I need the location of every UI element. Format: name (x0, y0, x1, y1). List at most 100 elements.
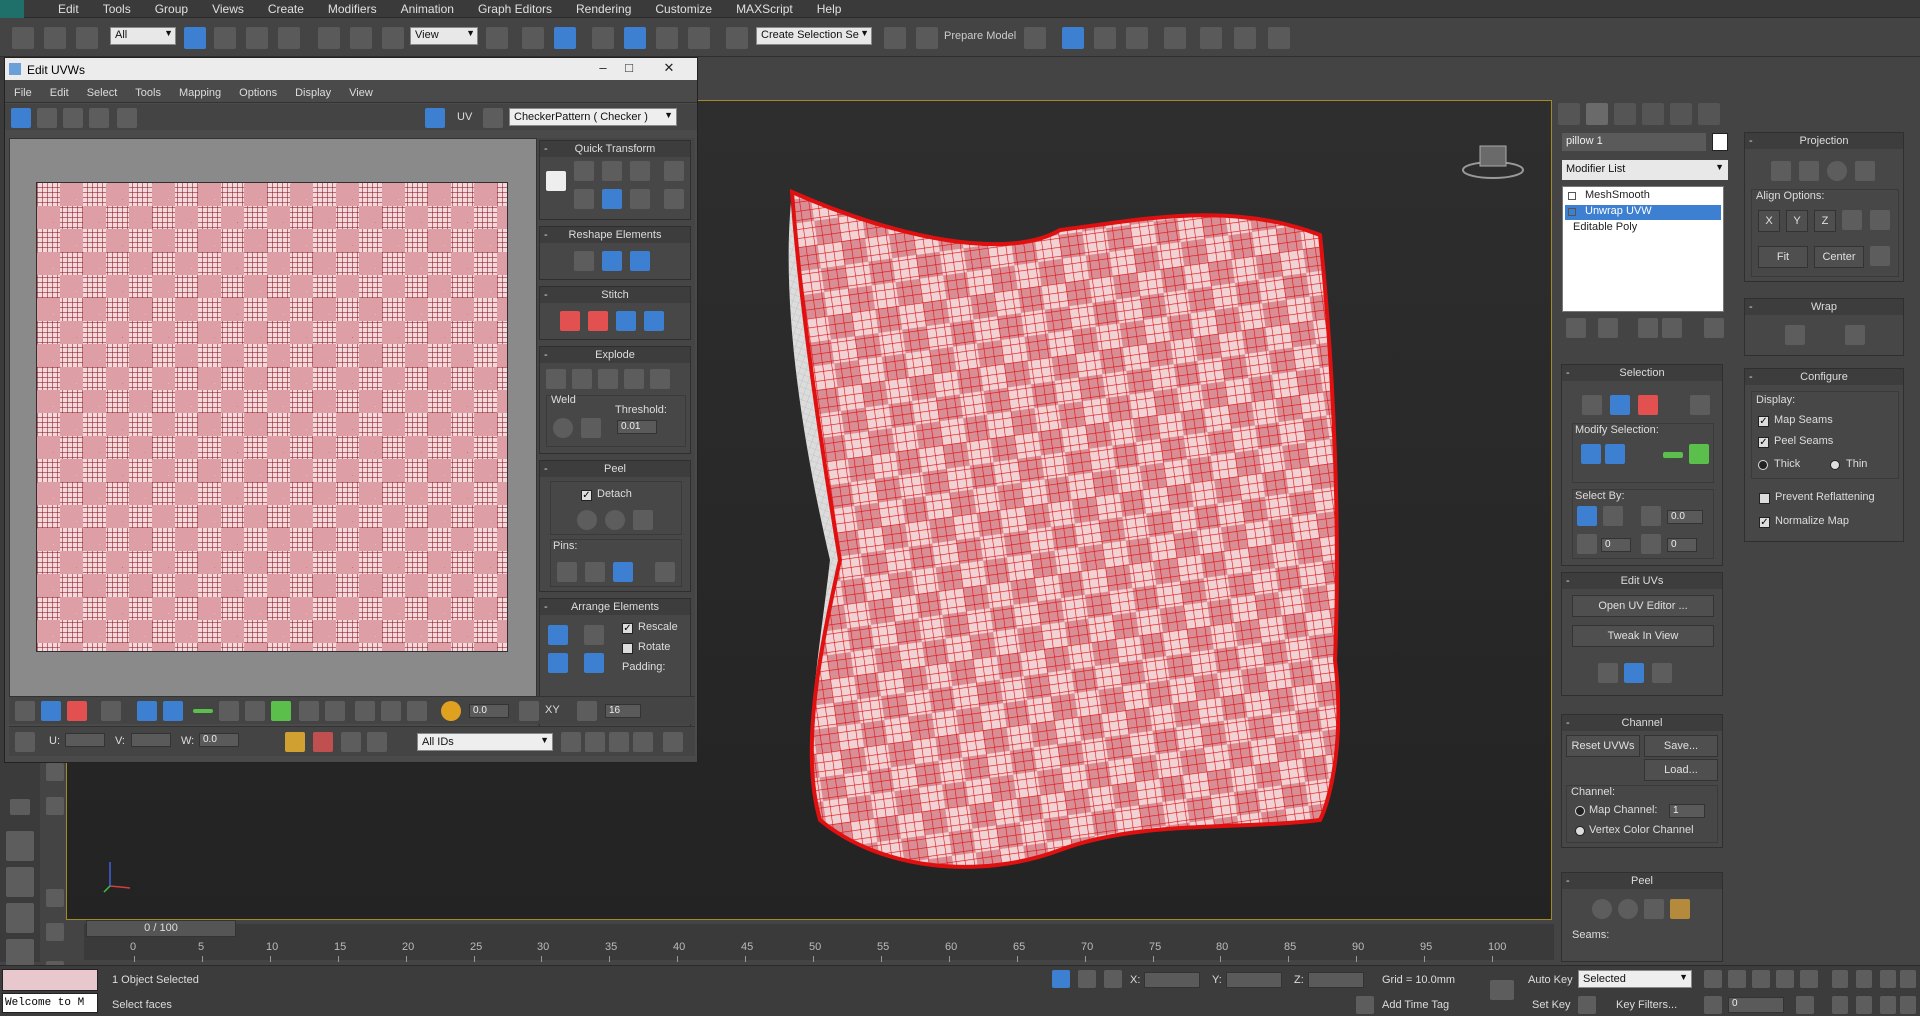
flatten-by-smg-icon[interactable] (598, 369, 618, 389)
menu-maxscript[interactable]: MAXScript (724, 2, 805, 16)
key-mode-toggle-icon[interactable] (1704, 996, 1722, 1014)
bulb-icon[interactable] (1568, 192, 1576, 200)
peel-seams-checkbox[interactable]: ✓ (1758, 437, 1769, 448)
zoom-extents-icon[interactable] (1880, 970, 1896, 988)
texture-dropdown[interactable]: CheckerPattern ( Checker ) ▼ (509, 108, 677, 126)
projection-rollout-header[interactable]: - Projection (1745, 133, 1903, 149)
configure-sets-icon[interactable] (1704, 318, 1724, 338)
zoom-region-icon[interactable] (609, 732, 629, 752)
modifier-list-dropdown[interactable]: Modifier List ▼ (1562, 160, 1728, 180)
peel-mode-icon[interactable] (1618, 899, 1638, 919)
explode-header[interactable]: - Explode (540, 347, 690, 363)
goto-start-icon[interactable] (1704, 970, 1722, 988)
window-crossing-icon[interactable] (278, 27, 300, 49)
peel-mode-icon[interactable] (605, 510, 625, 530)
save-button[interactable]: Save... (1644, 735, 1718, 757)
pack-together-icon[interactable] (584, 653, 604, 673)
grid-snap-icon[interactable] (577, 701, 597, 721)
play-icon[interactable] (1752, 970, 1770, 988)
arrange-elements-header[interactable]: - Arrange Elements (540, 599, 690, 615)
move-icon[interactable] (318, 27, 340, 49)
relax-icon[interactable] (602, 251, 622, 271)
key-tangent-icon[interactable] (1578, 996, 1596, 1014)
scale-icon[interactable] (382, 27, 404, 49)
align-normal-icon[interactable] (1842, 210, 1862, 230)
chart-icon[interactable] (46, 923, 64, 941)
pack-normalize-icon[interactable] (584, 625, 604, 645)
auto-key-button[interactable]: Auto Key (1528, 974, 1573, 986)
material-editor-icon[interactable] (1164, 27, 1186, 49)
layer-manager-icon[interactable] (1024, 27, 1046, 49)
box-projection-icon[interactable] (1855, 161, 1875, 181)
peel-header[interactable]: - Peel (540, 461, 690, 477)
stack-item-meshsmooth[interactable]: MeshSmooth (1565, 189, 1721, 204)
time-config-icon[interactable] (1796, 996, 1814, 1014)
configure-rollout-header[interactable]: - Configure (1745, 369, 1903, 385)
lock-selection-icon[interactable] (285, 732, 305, 752)
grow-icon[interactable] (137, 701, 157, 721)
matid-spinner[interactable]: 0 (1667, 538, 1697, 552)
soft-selection-spinner[interactable]: 0.0 (469, 704, 509, 718)
element-select-icon[interactable] (101, 701, 121, 721)
remove-modifier-icon[interactable] (1662, 318, 1682, 338)
scene-explorer-icon[interactable] (1062, 27, 1084, 49)
grow-selection-icon[interactable] (1581, 444, 1601, 464)
flatten-icon[interactable] (650, 369, 670, 389)
shrink-icon[interactable] (163, 701, 183, 721)
edit-uvs-rollout-header[interactable]: - Edit UVs (1562, 573, 1722, 589)
modeling-ribbon-icon[interactable] (46, 797, 64, 815)
render-setup-icon[interactable] (1200, 27, 1222, 49)
edge-select-icon[interactable] (41, 701, 61, 721)
menu-views[interactable]: Views (200, 2, 256, 16)
hierarchy-tab-icon[interactable] (1614, 103, 1636, 125)
freeze-icon[interactable] (341, 732, 361, 752)
app-logo-icon[interactable] (0, 0, 24, 18)
key-mode-dropdown[interactable]: Selected ▼ (1578, 970, 1692, 988)
zoom-magnifier-icon[interactable] (585, 732, 605, 752)
align-horizontal-icon[interactable] (574, 161, 594, 181)
zoom-icon[interactable] (1832, 970, 1848, 988)
stitch-header[interactable]: - Stitch (540, 287, 690, 303)
align-diagonal-icon[interactable] (602, 161, 622, 181)
expand-arrow-icon[interactable] (10, 799, 30, 815)
uv-menu-mapping[interactable]: Mapping (170, 87, 230, 99)
pan-icon[interactable] (1856, 996, 1872, 1014)
rotate-checkbox[interactable] (622, 643, 633, 654)
reference-coordinate-dropdown[interactable]: View ▼ (410, 27, 478, 45)
spinner-snap-icon[interactable] (688, 27, 710, 49)
select-manipulate-icon[interactable] (522, 27, 544, 49)
reset-peel-icon[interactable] (1644, 899, 1664, 919)
pin-icon[interactable] (557, 562, 577, 582)
field-of-view-icon[interactable] (1832, 996, 1848, 1014)
xy-toggle[interactable]: XY (545, 704, 560, 716)
element-mode-icon[interactable] (1690, 395, 1710, 415)
cylindrical-projection-icon[interactable] (1799, 161, 1819, 181)
relax-until-flat-icon[interactable] (630, 251, 650, 271)
smg-spinner[interactable]: 0 (1601, 538, 1631, 552)
rendered-frame-icon[interactable] (1234, 27, 1256, 49)
bulb-icon[interactable] (1568, 208, 1576, 216)
angle-snap-icon[interactable] (624, 27, 646, 49)
next-frame-icon[interactable] (1776, 970, 1794, 988)
menu-rendering[interactable]: Rendering (564, 2, 643, 16)
snap-toggle-icon[interactable] (663, 732, 683, 752)
render-production-icon[interactable] (1268, 27, 1290, 49)
align-z-button[interactable]: Z (1814, 210, 1836, 232)
thick-radio[interactable] (1758, 460, 1768, 470)
flatten-by-matid-icon[interactable] (624, 369, 644, 389)
menu-customize[interactable]: Customize (643, 2, 724, 16)
loop-shrink-icon[interactable] (245, 701, 265, 721)
ring-icon[interactable] (1689, 444, 1709, 464)
edit-named-selections-icon[interactable] (726, 27, 748, 49)
set-key-icon[interactable] (1490, 980, 1514, 1000)
reset-peel-icon[interactable] (633, 510, 653, 530)
material-ids-dropdown[interactable]: All IDs ▼ (417, 733, 553, 751)
stitch-average-icon[interactable] (588, 311, 608, 331)
motion-tab-icon[interactable] (1642, 103, 1664, 125)
set-pivot-icon[interactable] (546, 171, 566, 191)
key-filters-button[interactable]: Key Filters... (1616, 999, 1677, 1011)
align-vertical-icon[interactable] (574, 189, 594, 209)
w-field[interactable]: 0.0 (199, 733, 239, 747)
hf-icon[interactable] (46, 763, 64, 781)
planar-map-icon[interactable] (1652, 663, 1672, 683)
